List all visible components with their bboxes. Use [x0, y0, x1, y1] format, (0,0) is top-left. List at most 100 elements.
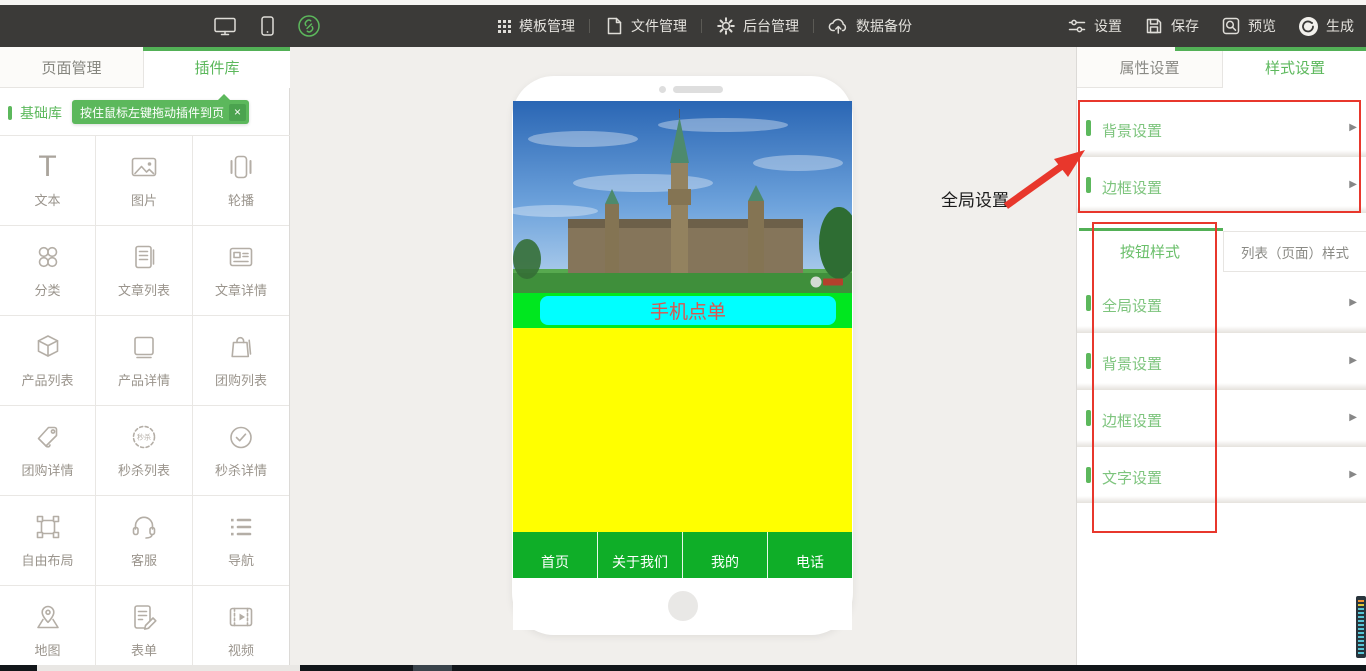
hero-image[interactable] — [513, 101, 852, 293]
nav-item-phone[interactable]: 电话 — [768, 532, 852, 578]
plugin-sidebar: 页面管理 插件库 基础库 按住鼠标左键拖动插件到页 × T 文本 图片 轮播 — [0, 47, 290, 671]
preview-button[interactable]: 预览 — [1221, 16, 1276, 36]
subtab-label: 列表（页面）样式 — [1241, 242, 1349, 262]
shopping-bag-icon — [226, 332, 256, 362]
menu-file-manage[interactable]: 文件管理 — [604, 16, 687, 36]
tab-property-settings[interactable]: 属性设置 — [1077, 47, 1223, 88]
plugin-groupbuy-detail[interactable]: 团购详情 — [0, 406, 96, 496]
plugin-label: 团购列表 — [215, 370, 267, 389]
tab-style-settings[interactable]: 样式设置 — [1223, 47, 1366, 88]
save-button[interactable]: 保存 — [1144, 16, 1199, 36]
plugin-product-detail[interactable]: 产品详情 — [96, 316, 193, 406]
menu-data-backup[interactable]: 数据备份 — [828, 16, 912, 36]
row-button-border-settings[interactable]: 边框设置 ▶ — [1077, 390, 1366, 447]
divider — [589, 19, 590, 33]
row-border-settings[interactable]: 边框设置 ▶ — [1077, 157, 1366, 213]
product-list-icon — [33, 332, 63, 362]
plugin-article-list[interactable]: 文章列表 — [96, 226, 193, 316]
subtab-button-style[interactable]: 按钮样式 — [1077, 231, 1223, 272]
plugin-customer-service[interactable]: 客服 — [96, 496, 193, 586]
plugin-article-detail[interactable]: 文章详情 — [193, 226, 289, 316]
phone-bottom-nav: 首页 关于我们 我的 电话 — [513, 532, 852, 578]
plugin-carousel[interactable]: 轮播 — [193, 136, 289, 226]
row-label: 文字设置 — [1102, 467, 1162, 488]
desktop-view-icon[interactable] — [213, 16, 237, 37]
green-marker — [1086, 177, 1091, 193]
nav-item-mine[interactable]: 我的 — [683, 532, 768, 578]
green-marker — [1086, 295, 1091, 311]
subtab-list-page-style[interactable]: 列表（页面）样式 — [1223, 231, 1366, 272]
tab-page-manage[interactable]: 页面管理 — [0, 47, 144, 88]
content-block[interactable] — [513, 328, 852, 532]
nav-label: 我的 — [711, 552, 739, 572]
plugin-navigation[interactable]: 导航 — [193, 496, 289, 586]
action-menu: 设置 保存 预览 生成 — [1067, 5, 1354, 47]
plugin-grid: T 文本 图片 轮播 分类 文章列表 — [0, 135, 290, 671]
banner-strip[interactable]: 手机点单 — [513, 293, 852, 328]
row-text-settings[interactable]: 文字设置 ▶ — [1077, 447, 1366, 503]
chevron-right-icon: ▶ — [1349, 355, 1357, 366]
plugin-image[interactable]: 图片 — [96, 136, 193, 226]
plugin-category[interactable]: 分类 — [0, 226, 96, 316]
plugin-form[interactable]: 表单 — [96, 586, 193, 671]
divider — [701, 19, 702, 33]
plugin-label: 自由布局 — [21, 550, 73, 569]
plugin-label: 导航 — [228, 550, 254, 569]
generate-button[interactable]: 生成 — [1298, 16, 1354, 37]
phone-mockup: 手机点单 首页 关于我们 我的 电话 — [512, 76, 853, 635]
plugin-label: 文章列表 — [118, 280, 170, 299]
menu-backend-manage[interactable]: 后台管理 — [716, 16, 799, 36]
row-button-background-settings[interactable]: 背景设置 ▶ — [1077, 333, 1366, 390]
plugin-free-layout[interactable]: 自由布局 — [0, 496, 96, 586]
chevron-right-icon: ▶ — [1349, 122, 1357, 133]
plugin-label: 图片 — [131, 190, 157, 209]
row-global-settings[interactable]: 全局设置 ▶ — [1077, 275, 1366, 333]
action-label: 保存 — [1171, 16, 1199, 36]
plugin-label: 秒杀列表 — [118, 460, 170, 479]
settings-button[interactable]: 设置 — [1067, 16, 1122, 36]
view-mode-group — [213, 5, 321, 47]
svg-text:秒杀: 秒杀 — [137, 433, 151, 442]
plugin-label: 产品列表 — [21, 370, 73, 389]
plugin-map[interactable]: 地图 — [0, 586, 96, 671]
row-background-settings[interactable]: 背景设置 ▶ — [1077, 100, 1366, 157]
category-icon — [33, 242, 63, 272]
tab-label: 插件库 — [194, 57, 239, 78]
mini-scrollbar-widget[interactable] — [1356, 596, 1366, 658]
chevron-right-icon: ▶ — [1349, 412, 1357, 423]
map-pin-icon — [33, 602, 63, 632]
plugin-video[interactable]: 视频 — [193, 586, 289, 671]
nav-item-home[interactable]: 首页 — [513, 532, 598, 578]
nav-item-about[interactable]: 关于我们 — [598, 532, 683, 578]
close-icon[interactable]: × — [229, 104, 246, 121]
phone-screen: 手机点单 首页 关于我们 我的 电话 — [513, 101, 852, 630]
green-marker — [1086, 467, 1091, 483]
menu-label: 数据备份 — [856, 16, 912, 36]
menu-template-manage[interactable]: 模板管理 — [497, 16, 575, 36]
widget-dash — [1358, 600, 1364, 602]
nav-list-icon — [226, 512, 256, 542]
mobile-view-icon[interactable] — [257, 15, 277, 37]
plugin-product-list[interactable]: 产品列表 — [0, 316, 96, 406]
green-marker — [8, 106, 12, 120]
link-icon[interactable] — [297, 14, 321, 38]
plugin-groupbuy-list[interactable]: 团购列表 — [193, 316, 289, 406]
row-label: 全局设置 — [1102, 295, 1162, 316]
menu-label: 模板管理 — [519, 16, 575, 36]
plugin-seckill-list[interactable]: 秒杀 秒杀列表 — [96, 406, 193, 496]
plugin-seckill-detail[interactable]: 秒杀详情 — [193, 406, 289, 496]
plugin-text[interactable]: T 文本 — [0, 136, 96, 226]
green-marker — [1086, 410, 1091, 426]
action-label: 生成 — [1326, 16, 1354, 36]
green-marker — [1086, 120, 1091, 136]
plugin-label: 客服 — [131, 550, 157, 569]
headset-icon — [129, 512, 159, 542]
tab-plugin-library[interactable]: 插件库 — [144, 47, 290, 88]
nav-label: 首页 — [541, 552, 569, 572]
nav-label: 关于我们 — [612, 552, 668, 572]
widget-dash — [1358, 604, 1364, 606]
main-menu: 模板管理 文件管理 后台管理 数据备份 — [497, 5, 912, 47]
banner-button[interactable]: 手机点单 — [540, 296, 836, 325]
taskbar-segment-gray — [413, 665, 452, 671]
tooltip-text: 按住鼠标左键拖动插件到页 — [80, 104, 224, 121]
